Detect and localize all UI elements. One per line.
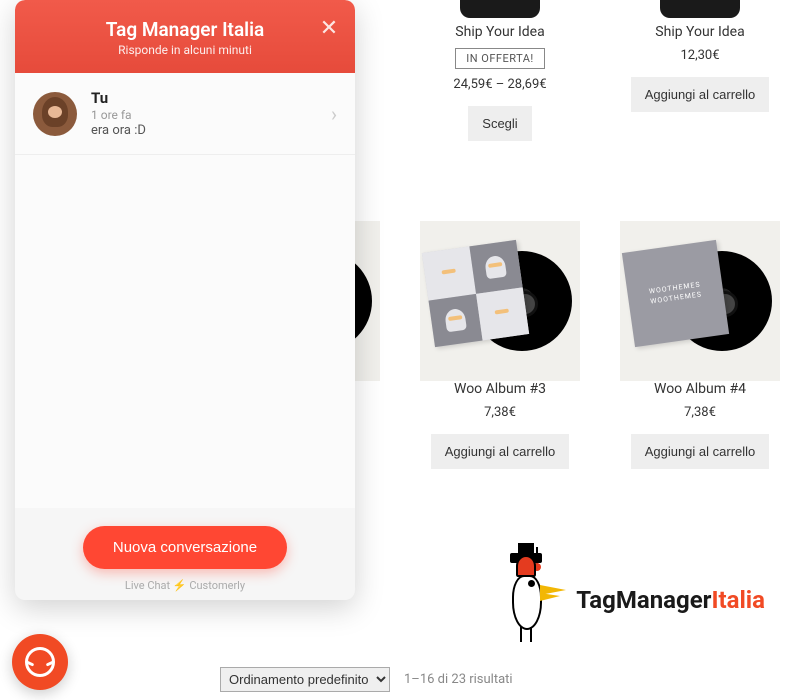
product-price: 7,38€: [484, 405, 516, 420]
product-price: 7,38€: [684, 405, 716, 420]
conversation-author: Tu: [91, 89, 317, 107]
conversation-list: Tu 1 ore fa era ora :D ›: [15, 73, 355, 508]
conversation-preview: era ora :D: [91, 123, 317, 138]
chat-icon: [25, 647, 55, 677]
conversation-time: 1 ore fa: [91, 108, 317, 122]
product-image[interactable]: [420, 221, 580, 381]
product-image[interactable]: WOOTHEMESWOOTHEMES: [620, 221, 780, 381]
chevron-right-icon: ›: [331, 102, 337, 126]
add-to-cart-button[interactable]: Aggiungi al carrello: [631, 434, 770, 469]
conversation-item[interactable]: Tu 1 ore fa era ora :D ›: [15, 73, 355, 155]
sale-badge: IN OFFERTA!: [455, 48, 545, 69]
product-price: 24,59€ – 28,69€: [453, 77, 546, 92]
chat-launcher-button[interactable]: [12, 634, 68, 690]
product-title: Ship Your Idea: [455, 24, 544, 40]
powered-by[interactable]: Live Chat ⚡ Customerly: [125, 579, 245, 592]
product-title: Ship Your Idea: [655, 24, 744, 40]
product-card: Ship Your Idea IN OFFERTA! 24,59€ – 28,6…: [400, 0, 600, 171]
product-image: [460, 0, 540, 18]
product-card: Woo Album #3 7,38€ Aggiungi al carrello: [400, 171, 600, 499]
result-count: 1–16 di 23 risultati: [404, 672, 513, 687]
chat-footer: Nuova conversazione Live Chat ⚡ Customer…: [15, 508, 355, 600]
add-to-cart-button[interactable]: Aggiungi al carrello: [631, 77, 770, 112]
choose-button[interactable]: Scegli: [468, 106, 531, 141]
avatar: [33, 92, 77, 136]
product-price: 12,30€: [680, 48, 719, 63]
new-conversation-button[interactable]: Nuova conversazione: [83, 526, 287, 569]
close-icon[interactable]: ✕: [317, 18, 341, 42]
product-title: Woo Album #3: [454, 381, 546, 397]
bird-icon: [500, 555, 570, 645]
brand-logo: TagManagerItalia: [500, 555, 765, 645]
product-card: Ship Your Idea 12,30€ Aggiungi al carrel…: [600, 0, 800, 171]
add-to-cart-button[interactable]: Aggiungi al carrello: [431, 434, 570, 469]
chat-title: Tag Manager Italia: [25, 18, 345, 41]
product-image: [660, 0, 740, 18]
product-title: Woo Album #4: [654, 381, 746, 397]
catalog-footer: Ordinamento predefinito 1–16 di 23 risul…: [0, 667, 800, 692]
brand-name: TagManagerItalia: [576, 586, 765, 614]
chat-widget: Tag Manager Italia Risponde in alcuni mi…: [15, 0, 355, 600]
chat-header: Tag Manager Italia Risponde in alcuni mi…: [15, 0, 355, 73]
sort-select[interactable]: Ordinamento predefinito: [220, 667, 390, 692]
product-card: WOOTHEMESWOOTHEMES Woo Album #4 7,38€ Ag…: [600, 171, 800, 499]
bolt-icon: ⚡: [173, 579, 187, 592]
chat-subtitle: Risponde in alcuni minuti: [25, 43, 345, 57]
